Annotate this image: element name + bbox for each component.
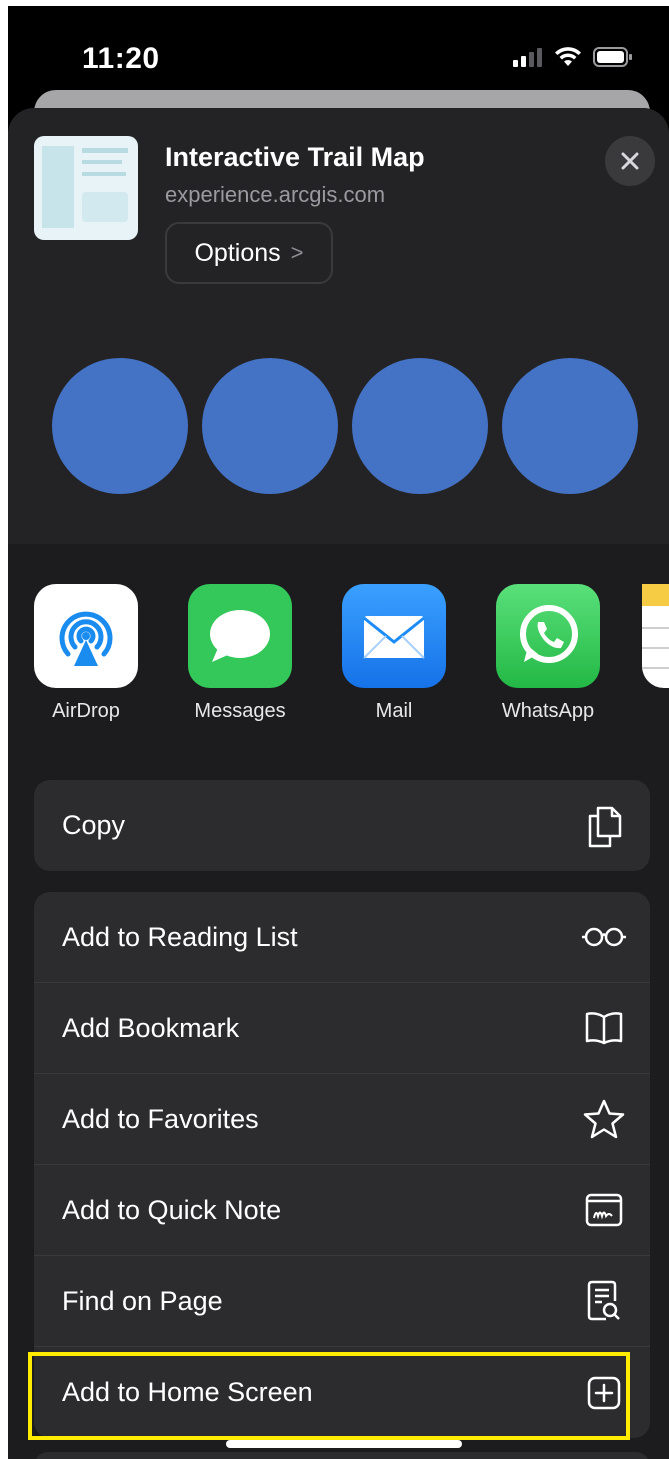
app-whatsapp[interactable]: WhatsApp bbox=[488, 584, 608, 723]
wifi-icon bbox=[555, 47, 581, 66]
share-sheet: Interactive Trail Map experience.arcgis.… bbox=[8, 108, 669, 1459]
action-label: Add to Home Screen bbox=[62, 1377, 313, 1407]
mail-icon bbox=[342, 584, 446, 688]
favorites-row[interactable]: Add to Favorites bbox=[34, 1074, 650, 1165]
action-group-copy: Copy bbox=[34, 780, 650, 871]
notes-icon bbox=[642, 584, 669, 688]
share-apps-row: AirDrop Messages Mail WhatsApp bbox=[8, 584, 669, 734]
status-time: 11:20 bbox=[82, 42, 160, 75]
plus-square-icon bbox=[582, 1371, 626, 1415]
next-group-peek bbox=[34, 1452, 650, 1459]
copy-row[interactable]: Copy bbox=[34, 780, 650, 871]
contact-placeholder[interactable] bbox=[352, 358, 488, 494]
find-on-page-icon bbox=[582, 1279, 626, 1323]
contact-placeholder[interactable] bbox=[52, 358, 188, 494]
add-to-home-screen-row[interactable]: Add to Home Screen bbox=[34, 1347, 650, 1438]
options-label: Options bbox=[194, 238, 281, 267]
status-bar: 11:20 bbox=[8, 6, 669, 96]
action-label: Add Bookmark bbox=[62, 1012, 240, 1043]
app-mail[interactable]: Mail bbox=[334, 584, 454, 723]
star-icon bbox=[582, 1097, 626, 1141]
glasses-icon bbox=[582, 915, 626, 959]
status-icons bbox=[513, 46, 633, 68]
close-icon bbox=[621, 152, 639, 170]
app-notes[interactable] bbox=[642, 584, 669, 688]
app-label: Mail bbox=[375, 700, 413, 722]
page-thumbnail bbox=[34, 136, 138, 240]
action-label: Add to Quick Note bbox=[62, 1194, 282, 1225]
share-sheet-header: Interactive Trail Map experience.arcgis.… bbox=[8, 108, 669, 544]
messages-icon bbox=[188, 584, 292, 688]
page-title: Interactive Trail Map bbox=[165, 142, 425, 172]
action-label: Add to Favorites bbox=[62, 1103, 259, 1134]
find-on-page-row[interactable]: Find on Page bbox=[34, 1256, 650, 1347]
contact-suggestions bbox=[52, 358, 652, 496]
book-icon bbox=[582, 1006, 626, 1050]
reading-list-row[interactable]: Add to Reading List bbox=[34, 892, 650, 983]
contact-placeholder[interactable] bbox=[502, 358, 638, 494]
bookmark-row[interactable]: Add Bookmark bbox=[34, 983, 650, 1074]
quick-note-icon bbox=[582, 1188, 626, 1232]
app-label: AirDrop bbox=[52, 700, 120, 722]
action-label: Find on Page bbox=[62, 1285, 223, 1316]
close-button[interactable] bbox=[605, 136, 655, 186]
quick-note-row[interactable]: Add to Quick Note bbox=[34, 1165, 650, 1256]
action-label: Copy bbox=[62, 810, 126, 840]
action-group-main: Add to Reading List Add Bookmark Add to … bbox=[34, 892, 650, 1438]
chevron-right-icon: > bbox=[290, 240, 304, 265]
app-airdrop[interactable]: AirDrop bbox=[26, 584, 146, 723]
battery-icon bbox=[593, 47, 632, 67]
phone-screen: 11:20 Interactive Trail Map experience.a… bbox=[8, 6, 669, 1459]
whatsapp-icon bbox=[496, 584, 600, 688]
airdrop-icon bbox=[34, 584, 138, 688]
contact-placeholder[interactable] bbox=[202, 358, 338, 494]
home-indicator[interactable] bbox=[226, 1440, 462, 1448]
options-button[interactable]: Options > bbox=[165, 222, 333, 284]
page-url: experience.arcgis.com bbox=[165, 182, 386, 207]
copy-icon bbox=[582, 804, 626, 848]
app-messages[interactable]: Messages bbox=[180, 584, 300, 723]
app-label: Messages bbox=[194, 700, 286, 722]
action-label: Add to Reading List bbox=[62, 921, 298, 952]
app-label: WhatsApp bbox=[501, 700, 595, 722]
cellular-signal-icon bbox=[513, 48, 542, 67]
